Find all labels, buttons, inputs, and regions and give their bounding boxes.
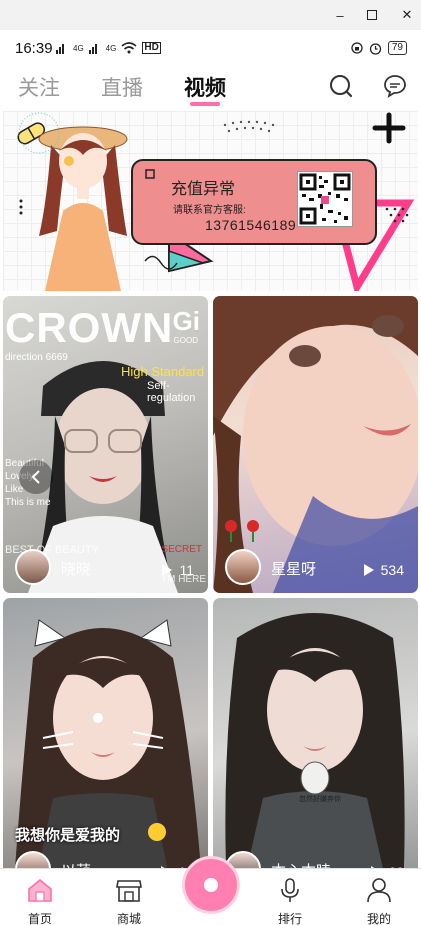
window-title-bar: – ✕: [0, 0, 421, 30]
record-dot-icon: [204, 878, 218, 892]
maximize-glyph: [367, 10, 377, 20]
overlay-direction: direction 6669: [5, 352, 68, 363]
video-author: 星星呀: [271, 561, 317, 578]
nav-label-profile: 我的: [366, 912, 391, 925]
tab-video[interactable]: 视频: [184, 72, 226, 102]
overlay-high-standard: High Standard: [121, 364, 205, 379]
carousel-prev-button[interactable]: [19, 460, 53, 494]
minimize-icon[interactable]: –: [330, 5, 350, 25]
nav-item-home[interactable]: 首页: [10, 877, 70, 925]
wifi-icon: [121, 42, 137, 54]
lock-rotation-icon: [351, 42, 363, 54]
overlay-secret: SECRET: [161, 544, 202, 555]
play-icon: [363, 564, 374, 576]
qr-pattern: [299, 173, 351, 225]
top-tab-bar: 关注 直播 视频: [0, 64, 421, 110]
overlay-sticker-text: 忽然好嫌弃你: [299, 796, 341, 803]
play-count-value: 534: [380, 562, 404, 578]
nav-item-store[interactable]: 商城: [99, 877, 159, 925]
status-bar: 16:39 4G 4G HD 79: [0, 30, 421, 64]
microphone-icon: [281, 878, 299, 902]
hd-badge: HD: [142, 42, 161, 54]
message-icon[interactable]: [382, 73, 408, 99]
signal-icon-2: [88, 44, 97, 54]
profile-icon: [367, 878, 391, 903]
status-right-group: 79: [351, 41, 407, 55]
nav-label-store: 商城: [116, 912, 141, 925]
overlay-crown: CROWN: [5, 304, 174, 351]
avatar[interactable]: [225, 549, 261, 585]
play-count: 11: [161, 562, 194, 578]
nav-label-ranking: 排行: [277, 912, 302, 925]
battery-level: 79: [387, 41, 407, 55]
notice-title: 充值异常: [171, 181, 236, 198]
close-icon[interactable]: ✕: [397, 5, 417, 25]
search-icon[interactable]: [328, 73, 354, 99]
avatar[interactable]: [15, 549, 51, 585]
play-count: 534: [363, 562, 404, 578]
network-label-a: 4G: [73, 43, 84, 53]
nav-label-home: 首页: [27, 912, 52, 925]
nav-item-profile[interactable]: 我的: [349, 877, 409, 925]
card-corner-mark: [145, 169, 155, 179]
overlay-good: GOOD: [173, 336, 198, 345]
video-card-1[interactable]: CROWN Gi GOOD direction 6669 High Standa…: [3, 296, 208, 593]
qr-code: [297, 171, 353, 227]
store-icon: [116, 880, 142, 902]
video-card-2[interactable]: 星星呀 534: [213, 296, 418, 593]
video-card-3[interactable]: 我想你是爱我的 以萌 16: [3, 598, 208, 895]
network-label-b: 4G: [105, 43, 117, 53]
tab-follow[interactable]: 关注: [18, 72, 60, 102]
start-live-button[interactable]: [182, 856, 240, 914]
home-icon: [28, 878, 52, 902]
overlay-self-regulation: Self-regulation: [147, 380, 196, 404]
alarm-icon: [369, 42, 382, 55]
overlay-gi: Gi: [172, 306, 200, 336]
chevron-left-icon: [31, 470, 40, 484]
promo-banner[interactable]: 充值异常 请联系官方客服: 13761546189: [3, 111, 418, 291]
signal-icon: [56, 44, 64, 54]
status-time: 16:39: [15, 40, 53, 57]
overlay-this-is-me: This is me: [5, 497, 51, 508]
recharge-notice-card: 充值异常 请联系官方客服: 13761546189: [131, 159, 377, 245]
overlay-caption: 我想你是爱我的: [15, 827, 121, 844]
video-author: 晓晓: [61, 561, 92, 578]
maximize-icon[interactable]: [362, 5, 382, 25]
notice-subtitle: 请联系官方客服:: [173, 205, 246, 216]
tab-live[interactable]: 直播: [101, 72, 143, 102]
nav-item-ranking[interactable]: 排行: [260, 877, 320, 925]
active-tab-indicator: [190, 102, 220, 106]
play-icon: [162, 564, 173, 576]
customer-service-phone: 13761546189: [205, 217, 297, 233]
play-count-value: 11: [179, 562, 194, 578]
video-card-4[interactable]: 忽然好嫌弃你 本心本睦 69: [213, 598, 418, 895]
status-network-group: 4G 4G HD: [56, 42, 161, 54]
